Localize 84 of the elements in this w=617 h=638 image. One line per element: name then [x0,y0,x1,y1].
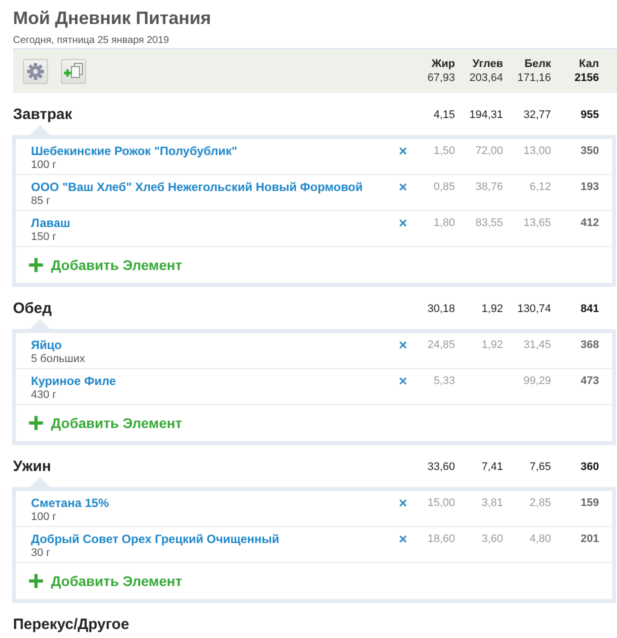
meal-total: 360 [580,460,599,474]
meal-total: 7,41 [480,460,503,474]
total-value: 67,93 [427,71,455,85]
nutrient-value: 2,85 [528,496,551,511]
nutrient-value: 18,60 [426,532,455,547]
nutrient-value: 1,92 [480,338,503,353]
nutrient-value: 83,55 [474,216,503,231]
nutrient-value: 0,85 [432,180,455,195]
close-icon[interactable] [399,341,407,349]
nutrient-value: 473 [580,374,599,389]
nutrient-value: 1,50 [432,144,455,159]
food-link[interactable]: Сметана 15% [31,495,109,511]
nutrient-value: 15,00 [426,496,455,511]
meal-total: 1,92 [480,302,503,316]
nutrient-value: 13,65 [522,216,551,231]
add-item-link[interactable]: Добавить Элемент [29,256,182,274]
meal-title: Ужин [13,457,52,477]
food-link[interactable]: Шебекинские Рожок "Полубублик" [31,143,238,159]
meal-title: Завтрак [13,105,72,125]
total-value: 171,16 [517,71,551,85]
total-value: 2156 [574,71,599,85]
portion-text: 5 больших [31,353,85,366]
close-icon[interactable] [399,147,407,155]
nutrient-value: 159 [580,496,599,511]
food-link[interactable]: Куриное Филе [31,373,116,389]
nutrient-value: 5,33 [432,374,455,389]
nutrient-value: 13,00 [522,144,551,159]
food-link[interactable]: ООО "Ваш Хлеб" Хлеб Нежегольский Новый Формовой [31,179,363,195]
column-header: Кал [579,57,599,71]
nutrient-value: 4,80 [528,532,551,547]
column-header: Углев [472,57,503,71]
add-item-link[interactable]: Добавить Элемент [29,414,182,432]
portion-text: 430 г [31,389,56,402]
column-header: Белк [524,57,551,71]
portion-text: 100 г [31,511,56,524]
meal-total: 32,77 [522,108,551,122]
close-icon[interactable] [399,499,407,507]
nutrient-value: 72,00 [474,144,503,159]
close-icon[interactable] [399,219,407,227]
portion-text: 100 г [31,159,56,172]
nutrient-value: 6,12 [528,180,551,195]
meal-title: Перекус/Другое [13,615,130,635]
portion-text: 30 г [31,547,50,560]
meal-total: 33,60 [426,460,455,474]
nutrient-value: 201 [580,532,599,547]
food-link[interactable]: Добрый Совет Орех Грецкий Очищенный [31,531,280,547]
nutrient-value: 3,81 [480,496,503,511]
food-link[interactable]: Яйцо [31,337,62,353]
nutrient-value: 99,29 [522,374,551,389]
plus-icon [29,416,43,430]
meal-total: 955 [580,108,599,122]
meal-total: 30,18 [426,302,455,316]
portion-text: 85 г [31,195,50,208]
settings-button[interactable] [23,58,48,84]
meal-title: Обед [13,299,52,319]
close-icon[interactable] [399,535,407,543]
nutrient-value: 193 [580,180,599,195]
food-link[interactable]: Лаваш [31,215,70,231]
meal-total: 194,31 [468,108,503,122]
nutrient-value: 1,80 [432,216,455,231]
nutrient-value: 3,60 [480,532,503,547]
nutrient-value: 412 [580,216,599,231]
column-header: Жир [432,57,455,71]
plus-icon [29,574,43,588]
page-title: Мой Дневник Питания [13,7,212,30]
nutrient-value: 24,85 [426,338,455,353]
total-value: 203,64 [469,71,503,85]
plus-icon [29,258,43,272]
close-icon[interactable] [399,183,407,191]
nutrient-value: 350 [580,144,599,159]
settings-icon [27,62,44,80]
date-text: Сегодня, пятница 25 января 2019 [13,34,170,48]
meal-total: 130,74 [516,302,551,316]
add-button[interactable] [61,58,86,84]
meal-total: 7,65 [528,460,551,474]
meal-total: 4,15 [432,108,455,122]
close-icon[interactable] [399,377,407,385]
meal-total: 841 [580,302,599,316]
nutrient-value: 38,76 [474,180,503,195]
add-pages-icon [64,62,84,80]
add-item-link[interactable]: Добавить Элемент [29,572,182,590]
portion-text: 150 г [31,231,56,244]
nutrient-value: 31,45 [522,338,551,353]
nutrient-value: 368 [580,338,599,353]
